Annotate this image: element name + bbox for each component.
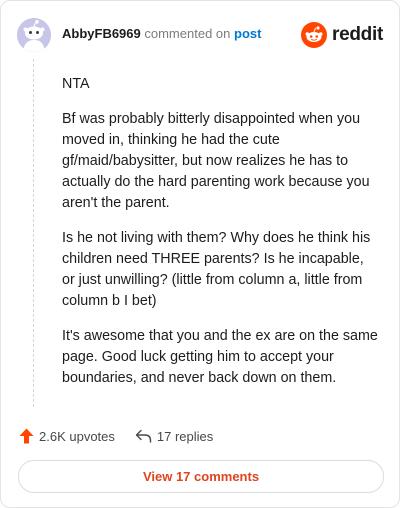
comment-meta: AbbyFB6969 commented on post <box>62 26 261 42</box>
post-link[interactable]: post <box>234 26 261 41</box>
reddit-logo[interactable]: reddit <box>301 21 383 49</box>
view-comments-button[interactable]: View 17 comments <box>18 460 384 493</box>
replies-button[interactable]: 17 replies <box>135 429 213 444</box>
reddit-snoo-logo-icon <box>301 22 328 48</box>
thread-line <box>33 59 34 407</box>
username-link[interactable]: AbbyFB6969 <box>62 26 141 41</box>
comment-header: AbbyFB6969 commented on post reddit <box>17 18 383 52</box>
comment-card: AbbyFB6969 commented on post reddit NTA … <box>0 0 400 508</box>
comment-paragraph: Is he not living with them? Why does he … <box>62 230 371 309</box>
comment-body: NTA Bf was probably bitterly disappointe… <box>62 74 380 403</box>
snoo-avatar-icon[interactable] <box>17 18 51 52</box>
upvote-button[interactable]: 2.6K upvotes <box>19 428 115 444</box>
comment-paragraph: NTA <box>62 76 90 92</box>
comment-actions: 2.6K upvotes 17 replies <box>19 425 213 447</box>
comment-paragraph: Bf was probably bitterly disappointed wh… <box>62 111 370 211</box>
reply-arrow-icon <box>135 429 152 443</box>
comment-paragraph: It's awesome that you and the ex are on … <box>62 328 378 386</box>
brand-name: reddit <box>332 24 383 45</box>
upvotes-count: 2.6K upvotes <box>39 428 115 444</box>
upvote-arrow-icon <box>19 428 34 444</box>
replies-count: 17 replies <box>156 428 214 444</box>
action-text: commented on <box>144 26 231 41</box>
